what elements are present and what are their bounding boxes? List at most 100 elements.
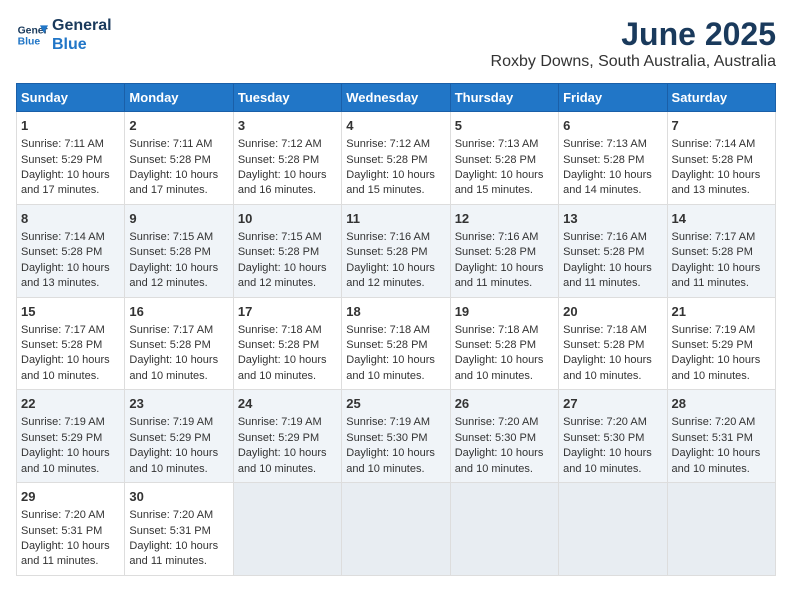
day-info: Daylight: 10 hours [346,261,445,276]
day-info: and 13 minutes. [672,183,771,198]
day-number: 9 [129,210,228,228]
day-info: and 10 minutes. [455,462,554,477]
day-info: Sunset: 5:28 PM [346,338,445,353]
day-info: Daylight: 10 hours [238,446,337,461]
day-info: and 17 minutes. [21,183,120,198]
day-info: Sunset: 5:28 PM [346,245,445,260]
day-info: and 10 minutes. [21,369,120,384]
day-number: 26 [455,395,554,413]
day-number: 24 [238,395,337,413]
day-info: Daylight: 10 hours [455,446,554,461]
day-cell [233,483,341,576]
day-info: Daylight: 10 hours [672,261,771,276]
day-info: Sunset: 5:28 PM [563,153,662,168]
day-cell: 28Sunrise: 7:20 AMSunset: 5:31 PMDayligh… [667,390,775,483]
day-info: and 10 minutes. [129,462,228,477]
day-info: Daylight: 10 hours [672,446,771,461]
day-info: Daylight: 10 hours [455,353,554,368]
logo-icon: General Blue [16,19,48,51]
day-info: Sunset: 5:28 PM [455,153,554,168]
day-info: and 11 minutes. [129,554,228,569]
day-number: 2 [129,117,228,135]
day-cell: 23Sunrise: 7:19 AMSunset: 5:29 PMDayligh… [125,390,233,483]
header-cell-sunday: Sunday [17,84,125,112]
day-number: 1 [21,117,120,135]
day-info: Sunrise: 7:11 AM [21,137,120,152]
day-info: Daylight: 10 hours [21,261,120,276]
day-info: Sunset: 5:30 PM [563,431,662,446]
day-info: Sunset: 5:28 PM [672,153,771,168]
day-info: Daylight: 10 hours [238,353,337,368]
day-info: Daylight: 10 hours [129,539,228,554]
day-info: Sunrise: 7:20 AM [455,415,554,430]
day-cell: 30Sunrise: 7:20 AMSunset: 5:31 PMDayligh… [125,483,233,576]
day-info: Sunrise: 7:19 AM [672,323,771,338]
day-info: and 11 minutes. [455,276,554,291]
day-cell [450,483,558,576]
day-info: and 15 minutes. [455,183,554,198]
day-info: Sunset: 5:29 PM [672,338,771,353]
day-info: Sunset: 5:28 PM [346,153,445,168]
header-cell-monday: Monday [125,84,233,112]
day-number: 27 [563,395,662,413]
day-info: and 12 minutes. [129,276,228,291]
day-info: and 10 minutes. [238,369,337,384]
day-info: and 15 minutes. [346,183,445,198]
day-cell: 10Sunrise: 7:15 AMSunset: 5:28 PMDayligh… [233,204,341,297]
day-cell: 2Sunrise: 7:11 AMSunset: 5:28 PMDaylight… [125,112,233,205]
day-info: Sunset: 5:29 PM [21,431,120,446]
day-number: 6 [563,117,662,135]
day-cell: 16Sunrise: 7:17 AMSunset: 5:28 PMDayligh… [125,297,233,390]
day-number: 30 [129,488,228,506]
day-info: Daylight: 10 hours [563,446,662,461]
day-info: Sunrise: 7:12 AM [346,137,445,152]
day-info: Sunset: 5:28 PM [21,338,120,353]
day-info: and 11 minutes. [21,554,120,569]
day-info: Daylight: 10 hours [129,446,228,461]
day-info: and 10 minutes. [672,462,771,477]
day-cell: 12Sunrise: 7:16 AMSunset: 5:28 PMDayligh… [450,204,558,297]
day-number: 5 [455,117,554,135]
day-cell: 4Sunrise: 7:12 AMSunset: 5:28 PMDaylight… [342,112,450,205]
day-number: 12 [455,210,554,228]
day-number: 29 [21,488,120,506]
day-info: Sunset: 5:30 PM [455,431,554,446]
title-block: June 2025 Roxby Downs, South Australia, … [491,16,776,71]
day-number: 11 [346,210,445,228]
day-info: Sunrise: 7:18 AM [455,323,554,338]
day-cell: 5Sunrise: 7:13 AMSunset: 5:28 PMDaylight… [450,112,558,205]
day-info: Sunrise: 7:16 AM [346,230,445,245]
day-info: Daylight: 10 hours [563,353,662,368]
day-info: Sunrise: 7:19 AM [238,415,337,430]
week-row-4: 22Sunrise: 7:19 AMSunset: 5:29 PMDayligh… [17,390,776,483]
day-cell: 21Sunrise: 7:19 AMSunset: 5:29 PMDayligh… [667,297,775,390]
day-info: Sunrise: 7:19 AM [346,415,445,430]
day-info: and 11 minutes. [672,276,771,291]
day-info: Sunrise: 7:19 AM [129,415,228,430]
day-number: 8 [21,210,120,228]
logo: General Blue General Blue [16,16,112,54]
day-info: Sunset: 5:30 PM [346,431,445,446]
day-cell: 26 Sunrise: 7:20 AMSunset: 5:30 PMDayligh… [450,390,558,483]
day-cell: 14Sunrise: 7:17 AMSunset: 5:28 PMDayligh… [667,204,775,297]
day-cell [559,483,667,576]
day-cell: 7Sunrise: 7:14 AMSunset: 5:28 PMDaylight… [667,112,775,205]
day-info: Daylight: 10 hours [129,168,228,183]
day-info: and 10 minutes. [563,369,662,384]
day-info: Sunset: 5:28 PM [129,245,228,260]
calendar-table: SundayMondayTuesdayWednesdayThursdayFrid… [16,83,776,576]
header-cell-friday: Friday [559,84,667,112]
header-cell-tuesday: Tuesday [233,84,341,112]
header-cell-wednesday: Wednesday [342,84,450,112]
day-info: Sunrise: 7:14 AM [672,137,771,152]
day-info: Sunset: 5:29 PM [238,431,337,446]
day-info: Sunset: 5:29 PM [129,431,228,446]
day-info: Sunset: 5:31 PM [129,524,228,539]
day-info: Sunset: 5:28 PM [238,153,337,168]
header-cell-thursday: Thursday [450,84,558,112]
header-row: SundayMondayTuesdayWednesdayThursdayFrid… [17,84,776,112]
subtitle: Roxby Downs, South Australia, Australia [491,53,776,71]
day-info: Sunset: 5:31 PM [672,431,771,446]
day-cell: 13Sunrise: 7:16 AMSunset: 5:28 PMDayligh… [559,204,667,297]
day-cell: 27Sunrise: 7:20 AMSunset: 5:30 PMDayligh… [559,390,667,483]
